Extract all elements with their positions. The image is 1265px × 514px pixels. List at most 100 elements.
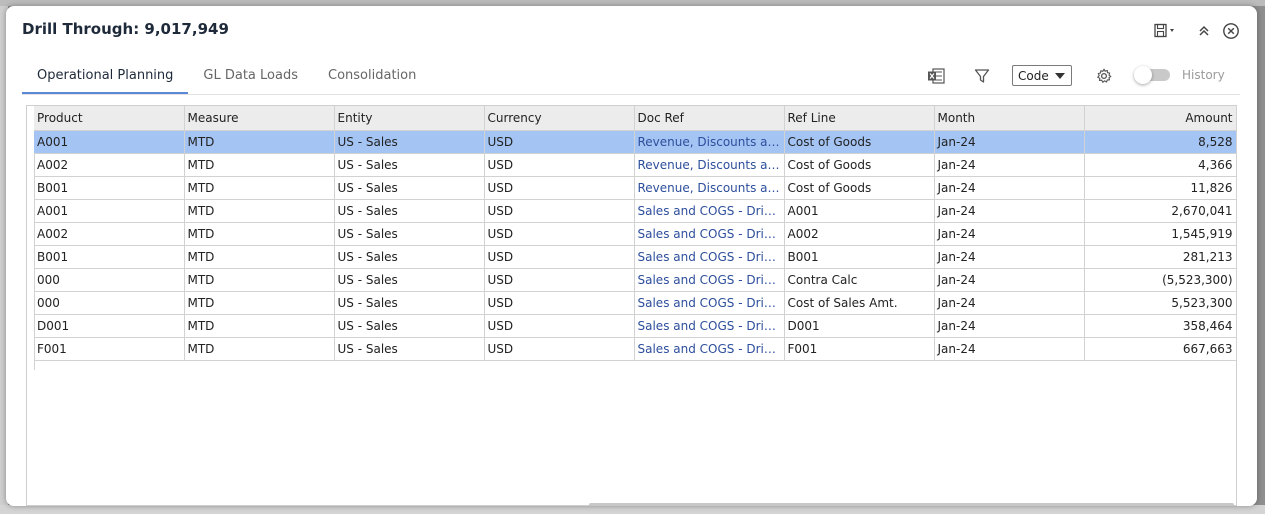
horizontal-scrollbar[interactable] xyxy=(589,503,1234,506)
cell-month: Jan-24 xyxy=(934,176,1085,200)
background-status-bar xyxy=(0,505,1265,514)
cell-month: Jan-24 xyxy=(934,222,1085,246)
cell-entity: US - Sales xyxy=(334,199,485,223)
tab-divider xyxy=(22,94,1240,95)
cell-ref-line: Cost of Sales Amt. xyxy=(784,291,935,315)
dialog-title: Drill Through: 9,017,949 xyxy=(22,20,229,38)
cell-doc-ref-link[interactable]: Sales and COGS - Drive... xyxy=(634,245,785,269)
cell-currency: USD xyxy=(484,176,635,200)
cell-doc-ref-link[interactable]: Sales and COGS - Drive... xyxy=(634,314,785,338)
cell-entity: US - Sales xyxy=(334,153,485,177)
cell-month: Jan-24 xyxy=(934,291,1085,315)
tab-consolidation[interactable]: Consolidation xyxy=(313,64,431,94)
excel-icon xyxy=(928,68,945,84)
cell-measure: MTD xyxy=(184,245,335,269)
column-header-product[interactable]: Product xyxy=(34,106,185,131)
cell-amount: 358,464 xyxy=(1084,314,1237,338)
table-row[interactable]: B001 MTD US - Sales USD Sales and COGS -… xyxy=(34,245,1237,269)
cell-currency: USD xyxy=(484,314,635,338)
table-row[interactable]: A002 MTD US - Sales USD Sales and COGS -… xyxy=(34,222,1237,246)
table-row[interactable]: 000 MTD US - Sales USD Sales and COGS - … xyxy=(34,268,1237,292)
drill-through-grid: Product Measure Entity Currency Doc Ref … xyxy=(26,105,1237,506)
cell-product: A001 xyxy=(34,130,185,154)
cell-measure: MTD xyxy=(184,153,335,177)
cell-product: 000 xyxy=(34,268,185,292)
column-header-ref-line[interactable]: Ref Line xyxy=(784,106,935,131)
cell-amount: 667,663 xyxy=(1084,337,1237,361)
cell-measure: MTD xyxy=(184,176,335,200)
cell-currency: USD xyxy=(484,268,635,292)
cell-amount: 11,826 xyxy=(1084,176,1237,200)
table-row[interactable]: F001 MTD US - Sales USD Sales and COGS -… xyxy=(34,337,1237,361)
cell-month: Jan-24 xyxy=(934,245,1085,269)
cell-doc-ref-link[interactable]: Revenue, Discounts an... xyxy=(634,176,785,200)
cell-product: B001 xyxy=(34,176,185,200)
cell-currency: USD xyxy=(484,199,635,223)
cell-month: Jan-24 xyxy=(934,153,1085,177)
gear-icon xyxy=(1097,68,1112,83)
cell-measure: MTD xyxy=(184,130,335,154)
toggle-knob xyxy=(1134,66,1152,84)
close-button[interactable] xyxy=(1222,22,1240,40)
cell-doc-ref-link[interactable]: Sales and COGS - Drive... xyxy=(634,199,785,223)
tab-bar: Operational Planning GL Data Loads Conso… xyxy=(22,64,431,94)
table-row[interactable]: A001 MTD US - Sales USD Revenue, Discoun… xyxy=(34,130,1237,154)
table-row[interactable]: A001 MTD US - Sales USD Sales and COGS -… xyxy=(34,199,1237,223)
cell-doc-ref-link[interactable]: Revenue, Discounts an... xyxy=(634,153,785,177)
settings-button[interactable] xyxy=(1094,66,1114,86)
double-chevron-up-icon xyxy=(1199,25,1209,36)
cell-amount: 2,670,041 xyxy=(1084,199,1237,223)
cell-entity: US - Sales xyxy=(334,222,485,246)
cell-entity: US - Sales xyxy=(334,176,485,200)
column-header-currency[interactable]: Currency xyxy=(484,106,635,131)
cell-entity: US - Sales xyxy=(334,337,485,361)
table-row[interactable]: A002 MTD US - Sales USD Revenue, Discoun… xyxy=(34,153,1237,177)
cell-doc-ref-link[interactable]: Sales and COGS - Drive... xyxy=(634,222,785,246)
cell-product: A002 xyxy=(34,222,185,246)
save-menu-button[interactable] xyxy=(1150,22,1182,40)
column-header-measure[interactable]: Measure xyxy=(184,106,335,131)
tab-operational-planning[interactable]: Operational Planning xyxy=(22,64,189,94)
cell-currency: USD xyxy=(484,291,635,315)
cell-currency: USD xyxy=(484,337,635,361)
table-row[interactable]: 000 MTD US - Sales USD Sales and COGS - … xyxy=(34,291,1237,315)
column-header-doc-ref[interactable]: Doc Ref xyxy=(634,106,785,131)
cell-month: Jan-24 xyxy=(934,130,1085,154)
cell-ref-line: Cost of Goods xyxy=(784,176,935,200)
cell-measure: MTD xyxy=(184,268,335,292)
cell-amount: 5,523,300 xyxy=(1084,291,1237,315)
collapse-button[interactable] xyxy=(1195,22,1213,40)
history-label: History xyxy=(1182,68,1225,82)
column-header-amount[interactable]: Amount xyxy=(1084,106,1237,131)
cell-doc-ref-link[interactable]: Sales and COGS - Drive... xyxy=(634,291,785,315)
cell-month: Jan-24 xyxy=(934,268,1085,292)
cell-product: D001 xyxy=(34,314,185,338)
cell-measure: MTD xyxy=(184,199,335,223)
table-row[interactable]: D001 MTD US - Sales USD Sales and COGS -… xyxy=(34,314,1237,338)
export-excel-button[interactable] xyxy=(926,66,946,86)
column-header-month[interactable]: Month xyxy=(934,106,1085,131)
cell-currency: USD xyxy=(484,153,635,177)
cell-amount: 1,545,919 xyxy=(1084,222,1237,246)
cell-doc-ref-link[interactable]: Sales and COGS - Drive... xyxy=(634,268,785,292)
column-header-entity[interactable]: Entity xyxy=(334,106,485,131)
cell-product: B001 xyxy=(34,245,185,269)
tab-gl-data-loads[interactable]: GL Data Loads xyxy=(188,64,313,94)
cell-entity: US - Sales xyxy=(334,314,485,338)
cell-currency: USD xyxy=(484,130,635,154)
save-icon xyxy=(1154,23,1174,38)
cell-currency: USD xyxy=(484,222,635,246)
cell-month: Jan-24 xyxy=(934,199,1085,223)
history-toggle[interactable] xyxy=(1134,66,1170,84)
cell-amount: 281,213 xyxy=(1084,245,1237,269)
cell-ref-line: Cost of Goods xyxy=(784,153,935,177)
cell-product: A001 xyxy=(34,199,185,223)
cell-product: A002 xyxy=(34,153,185,177)
cell-doc-ref-link[interactable]: Sales and COGS - Drive... xyxy=(634,337,785,361)
cell-ref-line: B001 xyxy=(784,245,935,269)
table-row[interactable]: B001 MTD US - Sales USD Revenue, Discoun… xyxy=(34,176,1237,200)
cell-ref-line: Contra Calc xyxy=(784,268,935,292)
filter-button[interactable] xyxy=(972,66,992,86)
view-mode-select[interactable]: Code xyxy=(1012,65,1072,86)
cell-doc-ref-link[interactable]: Revenue, Discounts an... xyxy=(634,130,785,154)
